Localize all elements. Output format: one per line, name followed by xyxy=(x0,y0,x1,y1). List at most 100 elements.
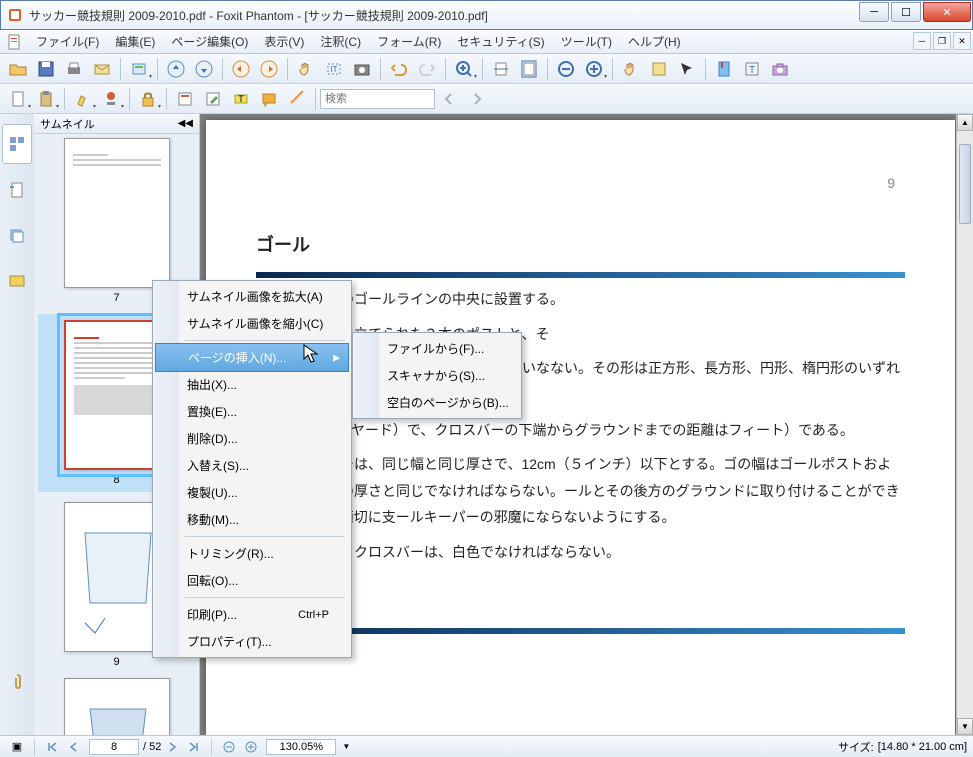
arrow-tool-button[interactable] xyxy=(674,56,700,82)
page-input[interactable] xyxy=(89,739,139,755)
window-controls: ─ ☐ ✕ xyxy=(857,2,971,22)
menu-bar: ファイル(F) 編集(E) ページ編集(O) 表示(V) 注釈(C) フォーム(… xyxy=(0,30,973,54)
status-toggle-button[interactable]: ▣ xyxy=(7,738,27,756)
zoom-input[interactable] xyxy=(266,739,336,755)
search-next-button[interactable] xyxy=(464,86,490,112)
ctx-swap[interactable]: 入替え(S)... xyxy=(155,452,349,479)
link-button[interactable] xyxy=(284,86,310,112)
save-button[interactable] xyxy=(33,56,59,82)
ctx-insert-page[interactable]: ページの挿入(N)...▶ xyxy=(155,343,349,372)
menu-annotation[interactable]: 注釈(C) xyxy=(312,29,369,54)
zoom-out-btn[interactable] xyxy=(553,56,579,82)
snapshot-button[interactable] xyxy=(349,56,375,82)
tab-comments[interactable] xyxy=(2,262,32,302)
minimize-button[interactable]: ─ xyxy=(859,2,889,22)
email-button[interactable] xyxy=(89,56,115,82)
menu-help[interactable]: ヘルプ(H) xyxy=(620,29,689,54)
submenu-arrow-icon: ▶ xyxy=(333,352,340,363)
last-page-button[interactable] xyxy=(184,738,204,756)
prev-page-button[interactable] xyxy=(64,738,84,756)
new-doc-button[interactable]: ▾ xyxy=(5,86,31,112)
menu-edit[interactable]: 編集(E) xyxy=(107,29,163,54)
mdi-close[interactable]: ✕ xyxy=(953,32,971,50)
ctx-duplicate[interactable]: 複製(U)... xyxy=(155,479,349,506)
maximize-button[interactable]: ☐ xyxy=(891,2,921,22)
nav-back-button[interactable] xyxy=(228,56,254,82)
context-menu: サムネイル画像を拡大(A) サムネイル画像を縮小(C) ページの挿入(N)...… xyxy=(152,280,352,658)
tab-layers[interactable] xyxy=(2,216,32,256)
zoom-dropdown[interactable]: ▼ xyxy=(342,742,350,751)
lock-button[interactable]: ▾ xyxy=(135,86,161,112)
bookmark-button[interactable] xyxy=(711,56,737,82)
fit-page-button[interactable] xyxy=(516,56,542,82)
zoom-out-status[interactable] xyxy=(219,738,239,756)
pan-tool-button[interactable] xyxy=(618,56,644,82)
menu-view[interactable]: 表示(V) xyxy=(256,29,312,54)
ctx-print[interactable]: 印刷(P)...Ctrl+P xyxy=(155,601,349,628)
fit-width-button[interactable] xyxy=(488,56,514,82)
stamp-button[interactable]: ▾ xyxy=(98,86,124,112)
collapse-icon[interactable]: ◀◀ xyxy=(178,118,193,129)
zoom-in-button[interactable]: ▾ xyxy=(451,56,477,82)
print-button[interactable] xyxy=(61,56,87,82)
search-prev-button[interactable] xyxy=(436,86,462,112)
menu-tools[interactable]: ツール(T) xyxy=(553,29,620,54)
form-button[interactable] xyxy=(172,86,198,112)
panel-title: サムネイル xyxy=(40,116,95,132)
tab-attachments[interactable] xyxy=(2,662,32,702)
heading-safety: 安全 xyxy=(256,584,905,618)
mdi-minimize[interactable]: ─ xyxy=(913,32,931,50)
app-icon xyxy=(7,7,23,23)
text-tool-button[interactable]: T xyxy=(739,56,765,82)
scan-button[interactable]: ▾ xyxy=(126,56,152,82)
toolbar-main: ▾ IT ▾ ▾ T xyxy=(0,54,973,84)
hand-tool-button[interactable] xyxy=(293,56,319,82)
thumbnail-10[interactable] xyxy=(42,678,191,735)
note-button[interactable] xyxy=(256,86,282,112)
scroll-thumb[interactable] xyxy=(959,144,971,224)
ctx-delete[interactable]: 削除(D)... xyxy=(155,425,349,452)
ctx-extract[interactable]: 抽出(X)... xyxy=(155,371,349,398)
open-button[interactable] xyxy=(5,56,31,82)
ctx-enlarge-thumb[interactable]: サムネイル画像を拡大(A) xyxy=(155,283,349,310)
menu-security[interactable]: セキュリティ(S) xyxy=(449,29,552,54)
nav-forward-button[interactable] xyxy=(256,56,282,82)
search-input[interactable] xyxy=(320,89,435,109)
hilight-button[interactable]: ▾ xyxy=(70,86,96,112)
menu-form[interactable]: フォーム(R) xyxy=(369,29,449,54)
next-page-button[interactable] xyxy=(162,738,182,756)
text-box-button[interactable]: T xyxy=(228,86,254,112)
zoom-in-status[interactable] xyxy=(241,738,261,756)
mdi-restore[interactable]: ❐ xyxy=(933,32,951,50)
ctx-properties[interactable]: プロパティ(T)... xyxy=(155,628,349,655)
measure-button[interactable] xyxy=(646,56,672,82)
close-button[interactable]: ✕ xyxy=(923,2,971,22)
nav-down-button[interactable] xyxy=(191,56,217,82)
edit-button[interactable] xyxy=(200,86,226,112)
clipboard-button[interactable]: ▾ xyxy=(33,86,59,112)
ctx-trimming[interactable]: トリミング(R)... xyxy=(155,540,349,567)
toolbar-secondary: ▾ ▾ ▾ ▾ ▾ T xyxy=(0,84,973,114)
tab-thumbnails[interactable] xyxy=(2,124,32,164)
ctx-rotate[interactable]: 回転(O)... xyxy=(155,567,349,594)
select-tool-button[interactable]: IT xyxy=(321,56,347,82)
undo-button[interactable] xyxy=(386,56,412,82)
ctx-from-scanner[interactable]: スキャナから(S)... xyxy=(355,362,519,389)
vertical-scrollbar[interactable]: ▲ ▼ xyxy=(956,114,973,735)
tab-bookmarks[interactable] xyxy=(2,170,32,210)
ctx-shrink-thumb[interactable]: サムネイル画像を縮小(C) xyxy=(155,310,349,337)
ctx-replace[interactable]: 置換(E)... xyxy=(155,398,349,425)
zoom-in-btn[interactable]: ▾ xyxy=(581,56,607,82)
page-number: 9 xyxy=(887,170,895,197)
ctx-from-file[interactable]: ファイルから(F)... xyxy=(355,335,519,362)
menu-file[interactable]: ファイル(F) xyxy=(28,29,107,54)
menu-page-edit[interactable]: ページ編集(O) xyxy=(163,29,256,54)
status-bar: ▣ / 52 ▼ サイズ: [14.80 * 21.00 cm] xyxy=(0,735,973,757)
nav-up-button[interactable] xyxy=(163,56,189,82)
ctx-move[interactable]: 移動(M)... xyxy=(155,506,349,533)
ctx-from-blank[interactable]: 空白のページから(B)... xyxy=(355,389,519,416)
redo-button[interactable] xyxy=(414,56,440,82)
first-page-button[interactable] xyxy=(42,738,62,756)
scroll-up-button[interactable]: ▲ xyxy=(957,114,973,131)
camera-button[interactable] xyxy=(767,56,793,82)
